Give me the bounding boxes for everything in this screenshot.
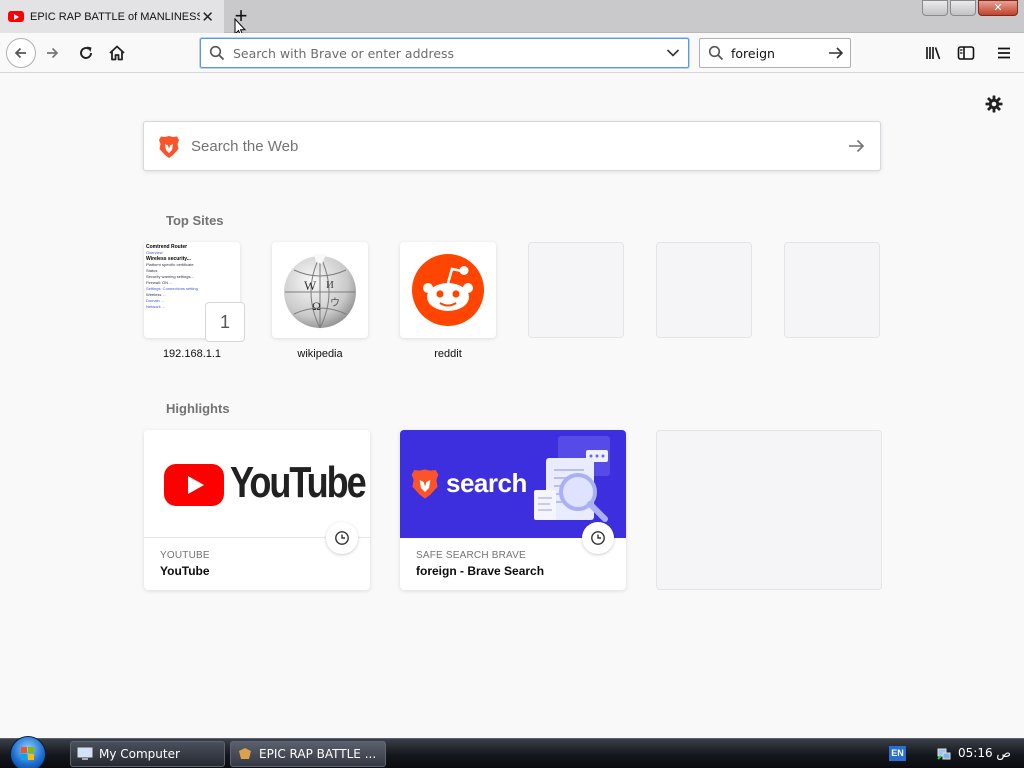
language-indicator[interactable]: EN xyxy=(889,746,906,761)
address-input[interactable] xyxy=(233,43,653,63)
highlights-heading: Highlights xyxy=(166,401,230,416)
top-site-label: reddit xyxy=(434,348,462,360)
reload-icon xyxy=(80,46,92,59)
maximize-button[interactable] xyxy=(950,0,976,16)
youtube-logo-text: YouTube xyxy=(230,458,367,507)
active-tab[interactable]: EPIC RAP BATTLE of MANLINESS ✕ xyxy=(0,0,224,33)
arrow-right-icon[interactable] xyxy=(827,44,845,62)
forward-arrow-icon xyxy=(47,47,59,59)
empty-top-site-tile[interactable] xyxy=(784,242,880,338)
search-box-value[interactable]: foreign xyxy=(731,46,775,61)
top-site-label: 192.168.1.1 xyxy=(162,348,222,360)
taskbar-button-label: EPIC RAP BATTLE ... xyxy=(259,747,377,761)
youtube-icon xyxy=(8,11,24,22)
empty-highlight-card xyxy=(656,430,882,590)
system-clock[interactable]: ص 05:16 xyxy=(958,746,1011,760)
network-icon[interactable] xyxy=(936,746,952,762)
library-button[interactable] xyxy=(920,39,948,67)
site-thumbnail: Comtrend Router Overview Wireless securi… xyxy=(146,244,198,309)
gear-icon[interactable] xyxy=(984,94,1004,114)
web-search-placeholder: Search the Web xyxy=(191,138,299,155)
youtube-play-icon xyxy=(164,464,224,506)
address-bar[interactable] xyxy=(200,38,689,68)
taskbar-button-label: My Computer xyxy=(99,747,180,761)
highlight-title: foreign - Brave Search xyxy=(416,564,545,578)
reddit-icon xyxy=(412,254,484,326)
sidebar-icon xyxy=(957,46,975,60)
taskbar-browser-window[interactable]: EPIC RAP BATTLE ... xyxy=(230,741,386,767)
window-close-button[interactable]: ✕ xyxy=(978,0,1018,16)
top-site-tile[interactable] xyxy=(400,242,496,338)
tab-title: EPIC RAP BATTLE of MANLINESS xyxy=(30,10,200,23)
empty-top-site-tile[interactable] xyxy=(528,242,624,338)
brave-lion-icon xyxy=(411,469,439,499)
search-icon xyxy=(708,45,724,61)
svg-text:ウ: ウ xyxy=(330,297,340,309)
window-controls: ✕ xyxy=(922,0,1018,16)
clock-icon xyxy=(326,522,358,554)
reload-button[interactable] xyxy=(72,39,100,67)
computer-icon xyxy=(77,747,93,760)
highlight-card[interactable]: YouTube YOUTUBE YouTube xyxy=(144,430,370,590)
pinned-badge: 1 xyxy=(205,302,245,342)
clock-icon xyxy=(582,522,614,554)
svg-text:Ω: Ω xyxy=(312,299,321,313)
highlight-title: YouTube xyxy=(160,564,210,578)
home-button[interactable] xyxy=(103,39,131,67)
menu-button[interactable] xyxy=(990,39,1018,67)
highlight-card[interactable]: search SAFE SEARCH BRAVE foreign - Brave… xyxy=(400,430,626,590)
svg-text:И: И xyxy=(326,279,334,291)
library-icon xyxy=(926,47,941,60)
chevron-down-icon[interactable] xyxy=(666,47,680,59)
browser-window-icon xyxy=(239,748,251,759)
tab-close-icon[interactable]: ✕ xyxy=(201,8,214,26)
top-sites-heading: Top Sites xyxy=(166,213,224,228)
brave-search-logo-text: search xyxy=(446,468,527,498)
web-search-box[interactable]: Search the Web xyxy=(143,121,881,171)
hamburger-menu-icon xyxy=(998,47,1010,59)
svg-text:W: W xyxy=(304,278,317,293)
top-site-label: wikipedia xyxy=(297,348,343,360)
start-button[interactable] xyxy=(10,736,46,768)
forward-button[interactable] xyxy=(38,39,66,67)
highlight-source: YOUTUBE xyxy=(160,550,210,561)
navigation-toolbar: foreign xyxy=(0,33,1024,73)
brave-lion-icon xyxy=(159,136,179,158)
highlight-source: SAFE SEARCH BRAVE xyxy=(416,550,526,561)
os-taskbar: My Computer EPIC RAP BATTLE ... EN ص 05:… xyxy=(0,736,1024,768)
sidebar-button[interactable] xyxy=(952,39,980,67)
tab-strip: EPIC RAP BATTLE of MANLINESS ✕ + ✕ xyxy=(0,0,1024,38)
minimize-button[interactable] xyxy=(922,0,948,16)
arrow-right-icon[interactable] xyxy=(846,136,866,156)
windows-logo-icon xyxy=(21,747,34,760)
back-arrow-icon xyxy=(14,47,26,59)
wikipedia-globe-icon: W И Ω ウ xyxy=(284,254,356,329)
empty-top-site-tile[interactable] xyxy=(656,242,752,338)
search-icon xyxy=(209,45,225,61)
top-site-tile[interactable]: W И Ω ウ xyxy=(272,242,368,338)
search-box[interactable]: foreign xyxy=(699,38,851,68)
home-icon xyxy=(109,45,125,61)
back-button[interactable] xyxy=(6,38,36,68)
taskbar-my-computer[interactable]: My Computer xyxy=(70,741,225,767)
